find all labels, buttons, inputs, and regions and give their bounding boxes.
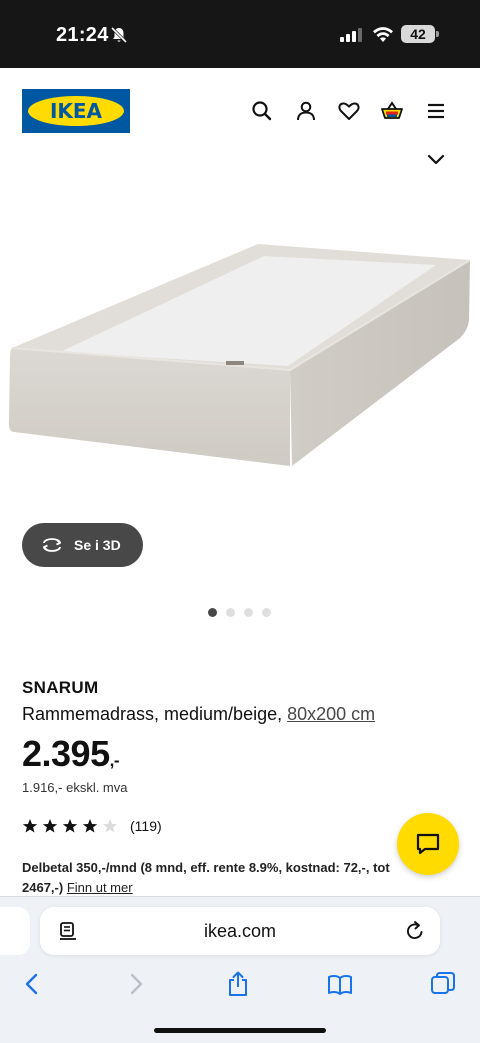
tabs-icon[interactable] <box>429 970 457 998</box>
carousel-dot[interactable] <box>226 608 235 617</box>
price-value: 2.395 <box>22 733 110 774</box>
status-time: 21:24 <box>56 24 109 46</box>
carousel-dot[interactable] <box>244 608 253 617</box>
product-rating[interactable]: (119) <box>22 818 162 834</box>
home-indicator[interactable] <box>154 1028 326 1033</box>
view-in-3d-button[interactable]: Se i 3D <box>22 523 143 567</box>
url-text: ikea.com <box>203 921 277 941</box>
logo-text: IKEA <box>49 99 103 123</box>
site-header: IKEA <box>0 68 480 154</box>
forward-icon[interactable] <box>122 970 150 998</box>
view-in-3d-label: Se i 3D <box>74 537 121 553</box>
price-suffix: ,- <box>109 751 120 770</box>
previous-tab-preview[interactable] <box>0 907 30 955</box>
star-filled-icon <box>82 819 98 833</box>
shopping-bag-icon[interactable] <box>379 98 405 124</box>
reload-icon[interactable] <box>404 920 426 942</box>
bell-muted-icon <box>110 26 128 44</box>
battery-indicator: 42 <box>401 25 435 43</box>
product-description: Rammemadrass, medium/beige, 80x200 cm <box>22 704 375 725</box>
battery-nub <box>436 31 439 37</box>
star-filled-icon <box>22 819 38 833</box>
browser-toolbar: ikea.com <box>0 896 480 1043</box>
chat-button[interactable] <box>397 813 459 875</box>
back-icon[interactable] <box>18 970 46 998</box>
wifi-icon <box>373 27 393 42</box>
product-price: 2.395,- <box>22 733 120 775</box>
carousel-dot[interactable] <box>262 608 271 617</box>
share-icon[interactable] <box>224 970 252 998</box>
product-type: Rammemadrass, medium/beige, <box>22 704 283 724</box>
installment-info: Delbetal 350,-/mnd (8 mnd, eff. rente 8.… <box>22 858 422 898</box>
star-empty-icon <box>102 819 118 833</box>
logo-oval: IKEA <box>28 96 124 126</box>
chat-icon <box>416 833 440 855</box>
star-filled-icon <box>62 819 78 833</box>
star-filled-icon <box>42 819 58 833</box>
product-name: SNARUM <box>22 678 99 697</box>
price-ex-vat: 1.916,- ekskl. mva <box>22 780 128 795</box>
heart-icon[interactable] <box>336 98 362 124</box>
user-icon[interactable] <box>293 98 319 124</box>
search-icon[interactable] <box>249 98 275 124</box>
installment-more-link[interactable]: Finn ut mer <box>67 880 133 895</box>
carousel-dot[interactable] <box>208 608 217 617</box>
menu-icon[interactable] <box>423 98 449 124</box>
ikea-logo[interactable]: IKEA <box>22 89 130 133</box>
bookmarks-icon[interactable] <box>326 970 354 998</box>
address-bar[interactable]: ikea.com <box>40 907 440 955</box>
rotate-3d-icon <box>43 538 61 552</box>
status-bar: 21:24 42 <box>0 0 480 68</box>
image-carousel-dots <box>208 608 271 617</box>
cellular-signal-icon <box>340 28 362 42</box>
product-image[interactable] <box>0 170 480 530</box>
rating-count: (119) <box>130 818 162 834</box>
chevron-down-icon[interactable] <box>426 152 446 166</box>
size-link[interactable]: 80x200 cm <box>287 704 375 724</box>
